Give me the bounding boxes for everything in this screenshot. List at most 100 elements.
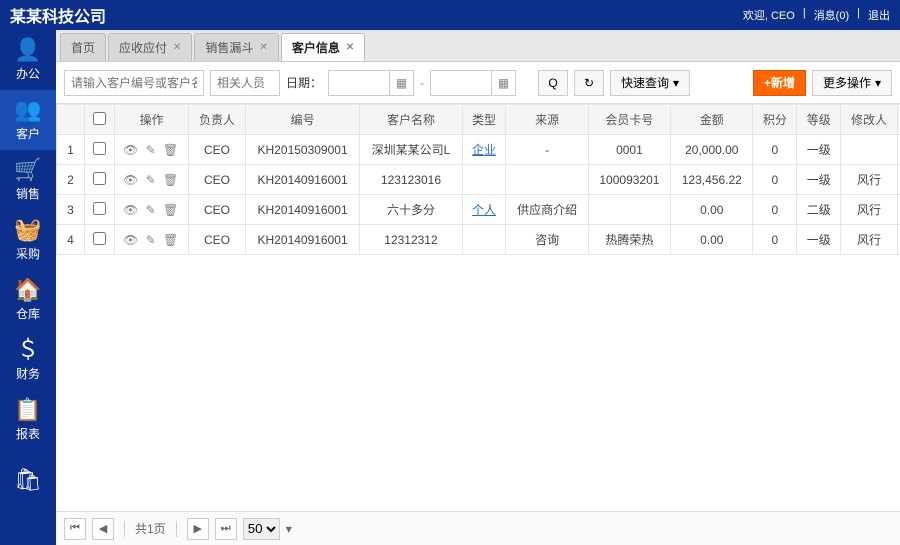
cell-level: 一级 xyxy=(797,225,841,255)
sidebar-item-customer[interactable]: 👥 客户 xyxy=(0,90,56,150)
table-row[interactable]: 1👁 ✎ 🗑CEOKH20150309001深圳某某公司L企业-000120,0… xyxy=(57,135,900,165)
tab-bar: 首页 应收应付 ✕ 销售漏斗 ✕ 客户信息 ✕ xyxy=(56,30,900,62)
cell-name[interactable]: 六十多分 xyxy=(360,195,462,225)
prev-page-button[interactable]: ◀ xyxy=(92,518,114,540)
tab-label: 应收应付 xyxy=(119,39,167,56)
cell-code: KH20140916001 xyxy=(245,225,359,255)
toolbar: 日期： ▦ - ▦ Q ↻ 快速查询 ▾ +新 xyxy=(56,62,900,104)
cell-ops[interactable]: 👁 ✎ 🗑 xyxy=(115,195,189,225)
calendar-icon[interactable]: ▦ xyxy=(491,71,515,95)
cell-type[interactable]: 企业 xyxy=(462,135,506,165)
person-icon: 👤 xyxy=(14,39,41,61)
table-row[interactable]: 2👁 ✎ 🗑CEOKH20140916001123123016100093201… xyxy=(57,165,900,195)
sidebar-item-office[interactable]: 👤 办公 xyxy=(0,30,56,90)
col-index xyxy=(57,105,85,135)
next-page-button[interactable]: ▶ xyxy=(187,518,209,540)
date-label: 日期： xyxy=(286,74,322,91)
table-row[interactable]: 3👁 ✎ 🗑CEOKH20140916001六十多分个人供应商介绍0.000二级… xyxy=(57,195,900,225)
cell-name[interactable]: 12312312 xyxy=(360,225,462,255)
cell-card: 热腾荣热 xyxy=(588,225,670,255)
cell-card: 100093201 xyxy=(588,165,670,195)
refresh-button[interactable]: ↻ xyxy=(574,70,604,96)
tab-funnel[interactable]: 销售漏斗 ✕ xyxy=(194,33,278,61)
cart-icon: 🛒 xyxy=(14,159,41,181)
col-code[interactable]: 编号 xyxy=(245,105,359,135)
col-card[interactable]: 会员卡号 xyxy=(588,105,670,135)
tab-home[interactable]: 首页 xyxy=(60,33,106,61)
sidebar: 👤 办公 👥 客户 🛒 销售 🧺 采购 🏠 仓库 ＄ 财务 xyxy=(0,30,56,545)
cell-type[interactable]: 个人 xyxy=(462,195,506,225)
button-label: 更多操作 xyxy=(823,74,871,91)
sidebar-item-warehouse[interactable]: 🏠 仓库 xyxy=(0,270,56,330)
date-to-field[interactable]: ▦ xyxy=(430,70,516,96)
col-type[interactable]: 类型 xyxy=(462,105,506,135)
search-input[interactable] xyxy=(64,70,204,96)
sidebar-item-label: 办公 xyxy=(16,65,40,82)
col-check xyxy=(85,105,115,135)
cell-owner: CEO xyxy=(189,225,246,255)
sidebar-item-purchase[interactable]: 🧺 采购 xyxy=(0,210,56,270)
header-divider: | xyxy=(803,7,806,23)
bag-icon: 🛍 xyxy=(14,469,42,491)
col-ops[interactable]: 操作 xyxy=(115,105,189,135)
cell-ops[interactable]: 👁 ✎ 🗑 xyxy=(115,135,189,165)
select-all-checkbox[interactable] xyxy=(93,112,106,125)
col-points[interactable]: 积分 xyxy=(753,105,797,135)
row-checkbox[interactable] xyxy=(93,232,106,245)
tab-receivable[interactable]: 应收应付 ✕ xyxy=(108,33,192,61)
close-icon[interactable]: ✕ xyxy=(259,42,267,53)
row-checkbox[interactable] xyxy=(93,172,106,185)
page-info: 共1页 xyxy=(135,520,166,537)
logout-link[interactable]: 退出 xyxy=(868,7,890,23)
cell-ops[interactable]: 👁 ✎ 🗑 xyxy=(115,165,189,195)
cell-points: 0 xyxy=(753,195,797,225)
cell-code: KH20150309001 xyxy=(245,135,359,165)
sidebar-item-shop[interactable]: 🛍 xyxy=(0,450,56,510)
cell-owner: CEO xyxy=(189,165,246,195)
cell-amount: 0.00 xyxy=(671,195,753,225)
clipboard-icon: 📋 xyxy=(14,399,41,421)
sidebar-item-report[interactable]: 📋 报表 xyxy=(0,390,56,450)
add-new-button[interactable]: +新增 xyxy=(753,70,806,96)
cell-name[interactable]: 深圳某某公司L xyxy=(360,135,462,165)
cell-name[interactable]: 123123016 xyxy=(360,165,462,195)
cell-index: 4 xyxy=(57,225,85,255)
col-modifier[interactable]: 修改人 xyxy=(841,105,898,135)
date-from-input[interactable] xyxy=(329,71,389,95)
cell-ops[interactable]: 👁 ✎ 🗑 xyxy=(115,225,189,255)
tab-customer-info[interactable]: 客户信息 ✕ xyxy=(281,33,365,61)
table-header-row: 操作 负责人 编号 客户名称 类型 来源 会员卡号 金额 积分 等级 修改人 xyxy=(57,105,900,135)
related-person-input[interactable] xyxy=(210,70,280,96)
close-icon[interactable]: ✕ xyxy=(173,42,181,53)
date-to-input[interactable] xyxy=(431,71,491,95)
quick-query-button[interactable]: 快速查询 ▾ xyxy=(610,70,690,96)
row-checkbox[interactable] xyxy=(93,202,106,215)
more-ops-button[interactable]: 更多操作 ▾ xyxy=(812,70,892,96)
col-name[interactable]: 客户名称 xyxy=(360,105,462,135)
sidebar-item-sales[interactable]: 🛒 销售 xyxy=(0,150,56,210)
tab-label: 客户信息 xyxy=(292,39,340,56)
calendar-icon[interactable]: ▦ xyxy=(389,71,413,95)
sidebar-item-label: 采购 xyxy=(16,245,40,262)
sidebar-item-finance[interactable]: ＄ 财务 xyxy=(0,330,56,390)
button-label: 快速查询 xyxy=(621,74,669,91)
col-source[interactable]: 来源 xyxy=(506,105,588,135)
header-divider: | xyxy=(857,7,860,23)
first-page-button[interactable]: ⏮ xyxy=(64,518,86,540)
house-icon: 🏠 xyxy=(14,279,41,301)
date-from-field[interactable]: ▦ xyxy=(328,70,414,96)
cell-type xyxy=(462,225,506,255)
page-size-select[interactable]: 50 xyxy=(243,518,280,540)
search-button[interactable]: Q xyxy=(538,70,568,96)
cell-source: - xyxy=(506,135,588,165)
close-icon[interactable]: ✕ xyxy=(346,42,354,53)
messages-link[interactable]: 消息(0) xyxy=(814,7,849,23)
col-owner[interactable]: 负责人 xyxy=(189,105,246,135)
row-checkbox[interactable] xyxy=(93,142,106,155)
cell-level: 一级 xyxy=(797,165,841,195)
cell-index: 3 xyxy=(57,195,85,225)
col-level[interactable]: 等级 xyxy=(797,105,841,135)
last-page-button[interactable]: ⏭ xyxy=(215,518,237,540)
col-amount[interactable]: 金额 xyxy=(671,105,753,135)
table-row[interactable]: 4👁 ✎ 🗑CEOKH2014091600112312312咨询热腾荣热0.00… xyxy=(57,225,900,255)
